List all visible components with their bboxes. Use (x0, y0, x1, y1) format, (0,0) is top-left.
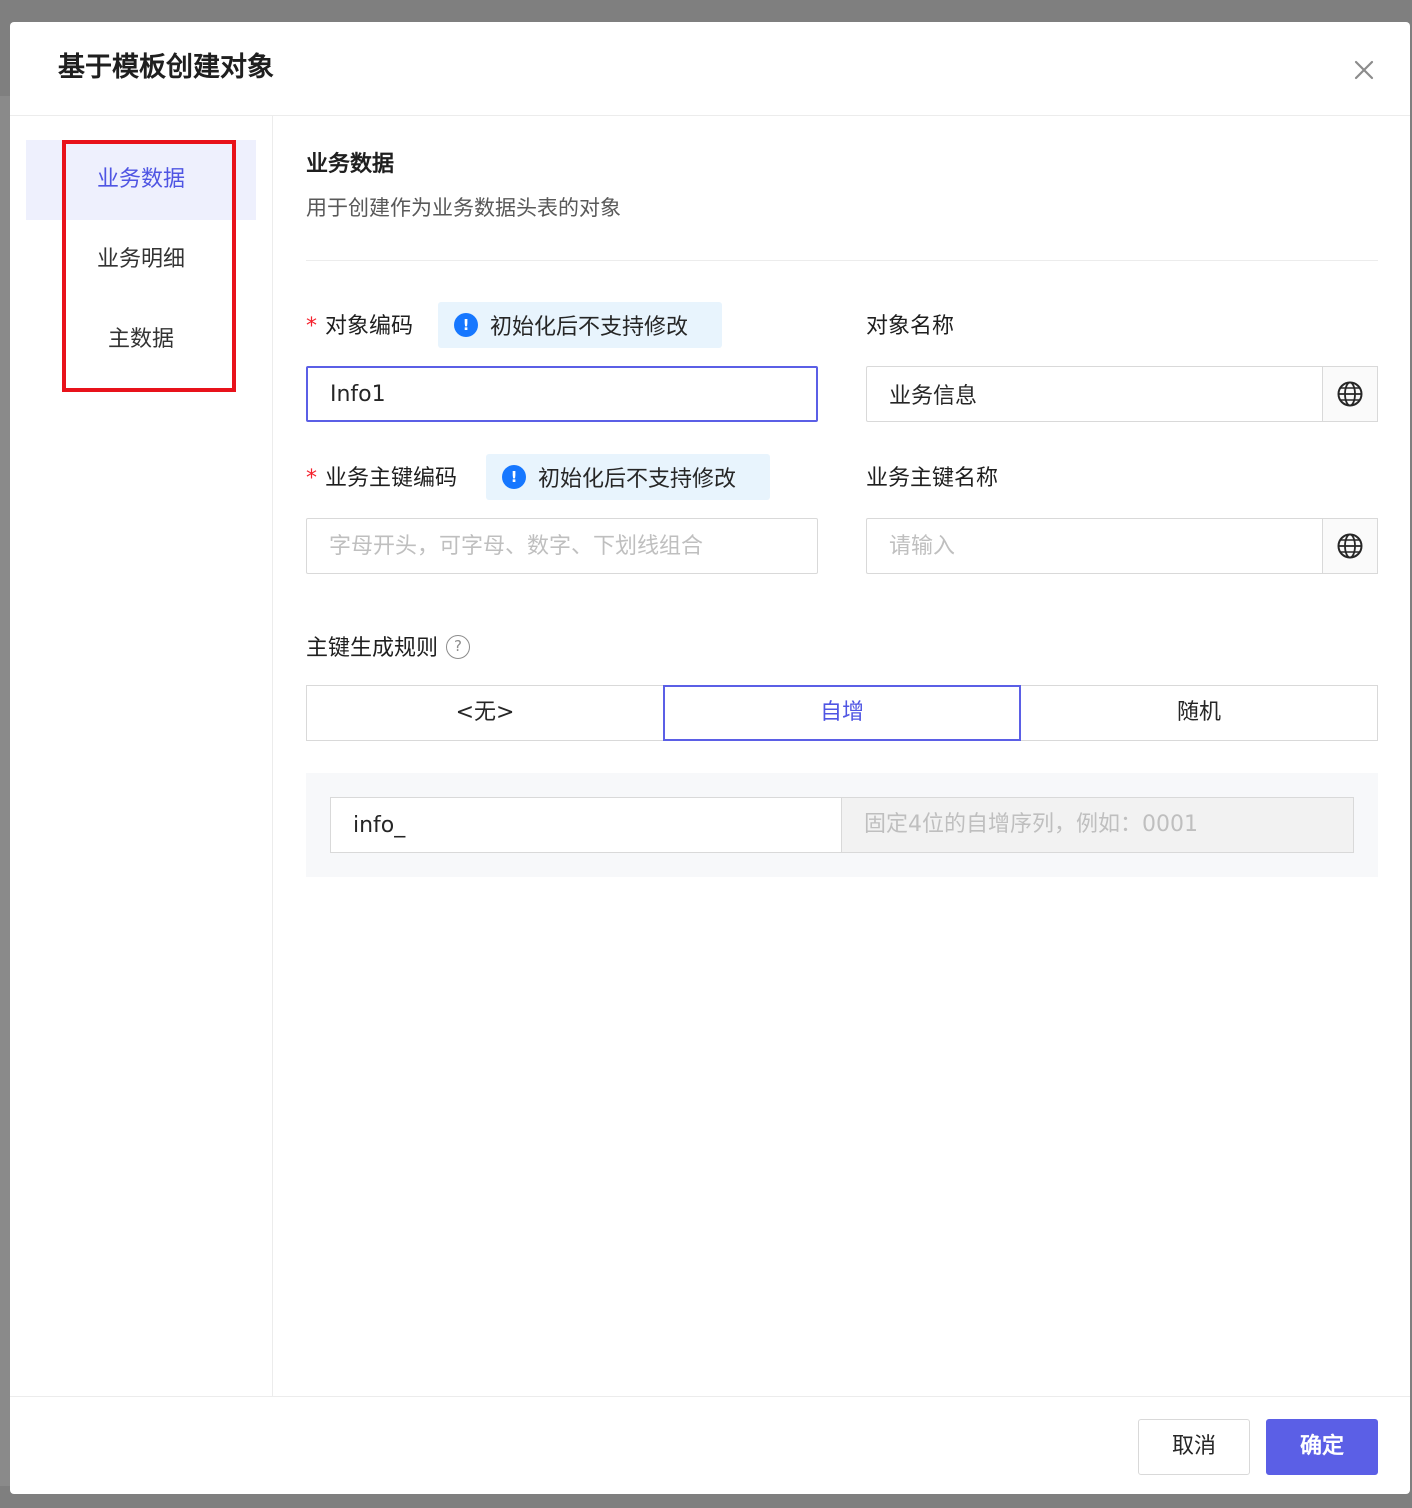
background-strip (0, 96, 10, 1486)
globe-icon (1337, 381, 1363, 407)
modal-title: 基于模板创建对象 (58, 52, 274, 83)
create-object-modal: 基于模板创建对象 业务数据 业务明细 主数据 业务数据 用于创建作为业务数据头表… (10, 22, 1410, 1494)
object-code-notice: ! 初始化后不支持修改 (438, 302, 722, 348)
pk-rule-option-random[interactable]: 随机 (1020, 685, 1378, 741)
close-button[interactable] (1346, 52, 1382, 88)
pk-code-notice: ! 初始化后不支持修改 (486, 454, 770, 500)
annotation-highlight-box (62, 140, 236, 392)
pk-rule-config-panel: 固定4位的自增序列，例如：0001 (306, 773, 1378, 877)
modal-footer: 取消 确定 (10, 1396, 1410, 1494)
pk-prefix-input[interactable] (330, 797, 842, 853)
pk-code-label: * 业务主键编码 (306, 466, 458, 491)
pk-name-input[interactable] (866, 518, 1324, 574)
info-icon: ! (454, 313, 478, 337)
confirm-button[interactable]: 确定 (1266, 1419, 1378, 1475)
pk-rule-option-none[interactable]: <无> (306, 685, 664, 741)
modal-header: 基于模板创建对象 (10, 22, 1410, 116)
pk-name-label: 业务主键名称 (866, 466, 999, 491)
object-name-input[interactable] (866, 366, 1324, 422)
pk-rule-option-auto-increment[interactable]: 自增 (663, 685, 1021, 741)
question-circle-icon[interactable]: ? (446, 635, 471, 659)
pk-suffix-hint: 固定4位的自增序列，例如：0001 (841, 797, 1354, 853)
required-mark: * (306, 466, 317, 491)
globe-icon (1337, 533, 1363, 559)
section-description: 用于创建作为业务数据头表的对象 (306, 196, 621, 220)
cancel-button[interactable]: 取消 (1138, 1419, 1250, 1475)
pk-code-input[interactable] (306, 518, 818, 574)
close-icon (1354, 60, 1374, 80)
object-name-label: 对象名称 (866, 314, 955, 339)
section-title: 业务数据 (306, 152, 395, 177)
required-mark: * (306, 314, 317, 339)
object-code-label: * 对象编码 (306, 314, 414, 339)
section-divider (306, 260, 1378, 261)
pk-name-i18n-button[interactable] (1322, 518, 1378, 574)
object-code-input[interactable] (306, 366, 818, 422)
object-name-i18n-button[interactable] (1322, 366, 1378, 422)
pk-rule-label: 主键生成规则? (306, 634, 471, 664)
info-icon: ! (502, 465, 526, 489)
